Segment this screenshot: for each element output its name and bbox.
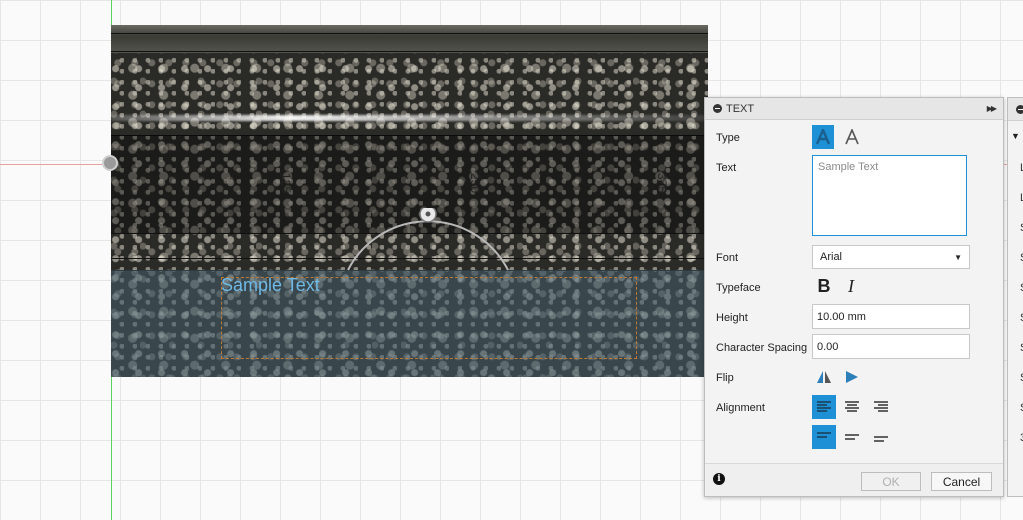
secondary-panel: ▼ L L S S S S S S S 3 [1007,97,1023,497]
surface-edge-line [111,33,708,34]
surface-top-band [111,25,708,53]
letter-a-filled-icon [815,129,831,145]
align-top-icon [817,432,831,438]
align-center-button[interactable] [840,395,864,419]
triangle-down-icon[interactable]: ▼ [1011,131,1020,141]
rotation-arc-path [347,220,509,271]
flip-label: Flip [716,372,734,384]
ruler-label: 125 [279,173,293,194]
type-text-button[interactable] [812,125,834,149]
align-bottom-icon [874,436,888,442]
panel-title: TEXT [726,102,755,115]
align-middle-icon [845,434,859,440]
secondary-panel-header[interactable] [1008,98,1023,121]
bold-button[interactable]: B [812,274,836,298]
rotation-arc[interactable] [343,208,513,278]
alignment-label: Alignment [716,402,765,414]
text-panel: TEXT ▶▶ Type Text Sample Text Font Arial… [704,97,1004,497]
info-icon[interactable]: i [713,473,725,485]
align-right-icon [874,401,888,412]
ruler-label: 250 [468,173,482,194]
flip-horizontal-button[interactable] [812,365,836,389]
ruler-label: 375 [655,173,669,194]
font-select[interactable]: Arial ▼ [812,245,970,269]
align-left-button[interactable] [812,395,836,419]
cancel-button[interactable]: Cancel [931,472,992,491]
textured-surface[interactable]: 125 250 375 Sample Text [111,25,708,377]
character-spacing-label: Character Spacing [716,342,808,354]
flip-horizontal-icon [817,371,831,383]
flip-vertical-icon [846,371,858,383]
collapse-icon[interactable] [713,104,722,113]
text-label: Text [716,162,737,174]
align-center-icon [845,401,859,412]
flip-vertical-button[interactable] [840,365,864,389]
panel-header[interactable]: TEXT ▶▶ [705,98,1003,120]
height-input[interactable]: 10.00 mm [812,304,970,329]
height-label: Height [716,312,748,324]
panel-footer: i OK Cancel [705,463,1003,496]
surface-highlight [111,115,708,121]
italic-button[interactable]: I [839,274,863,298]
font-label: Font [716,252,739,264]
rotation-handle-dot [425,211,431,217]
align-left-icon [817,401,831,412]
type-text-on-path-button[interactable] [841,125,863,149]
collapse-icon[interactable] [1016,105,1023,114]
canvas-sample-text[interactable]: Sample Text [221,275,320,296]
typeface-label: Typeface [716,282,761,294]
ok-button[interactable]: OK [861,472,921,491]
align-bottom-button[interactable] [869,425,893,449]
origin-point[interactable] [102,155,118,171]
type-label: Type [716,132,740,144]
align-middle-button[interactable] [840,425,864,449]
chevron-down-icon: ▼ [954,252,962,262]
font-select-value: Arial [820,251,843,263]
align-top-button[interactable] [812,425,836,449]
align-right-button[interactable] [869,395,893,419]
letter-a-outline-icon [845,129,859,145]
text-input[interactable]: Sample Text [812,155,967,236]
surface-edge-line [111,51,708,52]
expand-arrows-icon[interactable]: ▶▶ [987,104,997,113]
character-spacing-input[interactable]: 0.00 [812,334,970,359]
